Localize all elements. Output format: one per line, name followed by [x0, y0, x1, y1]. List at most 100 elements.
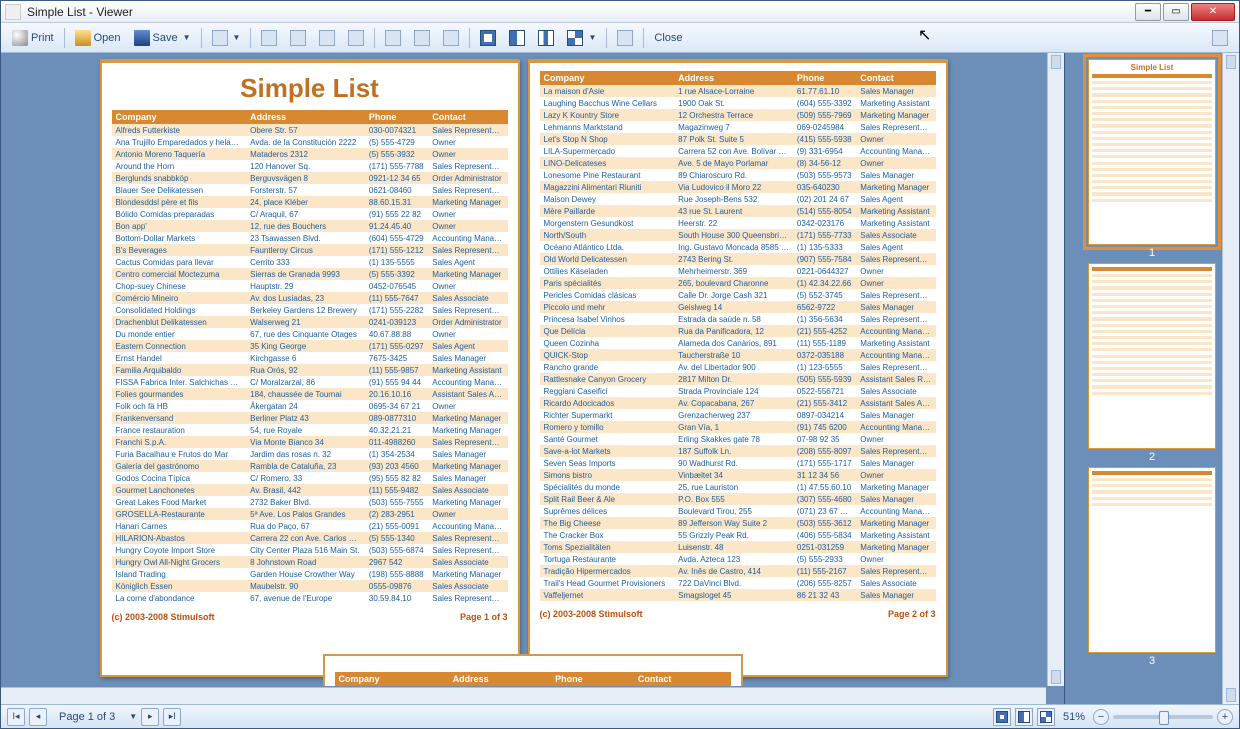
print-button[interactable]: Print — [7, 27, 59, 49]
thumbnails-button[interactable] — [409, 27, 435, 49]
table-cell: Sales Associate — [856, 577, 935, 589]
fullscreen-button[interactable] — [612, 27, 638, 49]
last-page-button[interactable]: ▸I — [163, 708, 181, 726]
table-cell: (604) 555-4729 — [365, 232, 428, 244]
table-cell: (406) 555-5834 — [793, 529, 856, 541]
thumbnail-label: 3 — [1149, 655, 1155, 667]
table-cell: Around the Horn — [112, 160, 247, 172]
horizontal-scrollbar[interactable] — [1, 687, 1046, 704]
zoom-in-button[interactable]: + — [1217, 709, 1233, 725]
close-button[interactable]: ✕ — [1191, 3, 1235, 21]
table-cell: Sales Representative — [428, 184, 507, 196]
tool-btn-2[interactable] — [285, 27, 311, 49]
table-cell: Marketing Manager — [428, 412, 507, 424]
view-twoup-button[interactable] — [533, 27, 559, 49]
prev-page-button[interactable]: ◂ — [29, 708, 47, 726]
table-cell: Lehmanns Marktstand — [540, 121, 675, 133]
table-cell: Maison Dewey — [540, 193, 675, 205]
table-cell: LINO-Delicateses — [540, 157, 675, 169]
find-button[interactable] — [438, 27, 464, 49]
table-cell: Via Monte Bianco 34 — [246, 436, 365, 448]
table-cell: Fauntleroy Circus — [246, 244, 365, 256]
page-new-icon — [261, 30, 277, 46]
first-page-button[interactable]: I◂ — [7, 708, 25, 726]
table-cell: Owner — [428, 208, 507, 220]
chevron-down-icon: ▼ — [183, 33, 191, 42]
thumbnail[interactable]: 2 — [1082, 263, 1222, 463]
table-cell: (503) 555-3612 — [793, 517, 856, 529]
minimize-button[interactable]: ━ — [1135, 3, 1161, 21]
table-cell: Sales Manager — [428, 472, 507, 484]
table-row: La corne d'abondance67, avenue de l'Euro… — [112, 592, 508, 604]
table-cell: Sales Associate — [428, 556, 507, 568]
page-size-icon — [348, 30, 364, 46]
table-cell: LILA-Supermercado — [540, 145, 675, 157]
table-cell: Sales Representative — [856, 121, 935, 133]
search-icon — [443, 30, 459, 46]
table-row: Romero y tomilloGran Vía, 1(91) 745 6200… — [540, 421, 936, 433]
view-single-button[interactable] — [475, 27, 501, 49]
view-mode-1[interactable] — [993, 708, 1011, 726]
table-cell: 90 Wadhurst Rd. — [674, 457, 793, 469]
table-row: Franchi S.p.A.Via Monte Bianco 34011-498… — [112, 436, 508, 448]
chevron-down-icon[interactable]: ▼ — [129, 712, 137, 721]
table-cell: Rua da Panificadora, 12 — [674, 325, 793, 337]
next-page-button[interactable]: ▸ — [141, 708, 159, 726]
table-row: Ana Trujillo Emparedados y heladosAvda. … — [112, 136, 508, 148]
column-header: Phone — [365, 110, 428, 124]
view-multi-icon — [1040, 711, 1052, 723]
table-cell: Owner — [856, 469, 935, 481]
maximize-button[interactable]: ▭ — [1163, 3, 1189, 21]
tool-btn-4[interactable] — [343, 27, 369, 49]
thumbs-scrollbar[interactable] — [1222, 53, 1239, 704]
view-continuous-button[interactable] — [504, 27, 530, 49]
bookmarks-button[interactable] — [380, 27, 406, 49]
sendmail-button[interactable]: ▼ — [207, 27, 246, 49]
table-cell: Av. Copacabana, 267 — [674, 397, 793, 409]
table-cell: 2743 Bering St. — [674, 253, 793, 265]
zoom-slider[interactable] — [1113, 715, 1213, 719]
open-button[interactable]: Open — [70, 27, 126, 49]
view-mode-2[interactable] — [1015, 708, 1033, 726]
table-cell: 0251-031259 — [793, 541, 856, 553]
view-mode-3[interactable] — [1037, 708, 1055, 726]
table-row: Magazzini Alimentari RiunitiVia Ludovico… — [540, 181, 936, 193]
table-row: Let's Stop N Shop87 Polk St. Suite 5(415… — [540, 133, 936, 145]
table-cell: Sales Representative — [856, 445, 935, 457]
table-cell: 40.32.21.21 — [365, 424, 428, 436]
thumbnail[interactable]: Simple List1 — [1082, 59, 1222, 259]
report-page: CompanyAddressPhoneContactLa maison d'As… — [528, 59, 948, 677]
table-cell: Sales Agent — [856, 241, 935, 253]
table-row: Rattlesnake Canyon Grocery2817 Milton Dr… — [540, 373, 936, 385]
table-cell: Cerrito 333 — [246, 256, 365, 268]
thumbnail[interactable]: 3 — [1082, 467, 1222, 667]
tool-btn-1[interactable] — [256, 27, 282, 49]
page-indicator: Page 1 of 3 — [51, 711, 123, 723]
table-cell: Sales Representative — [428, 592, 507, 604]
table-cell: Carrera 52 con Ave. Bolívar #65 — [674, 145, 793, 157]
table-cell: 91.24.45.40 — [365, 220, 428, 232]
window-title: Simple List - Viewer — [27, 5, 1133, 19]
table-row: B's BeveragesFauntleroy Circus(171) 555-… — [112, 244, 508, 256]
table-cell: Owner — [428, 400, 507, 412]
table-cell: P.O. Box 555 — [674, 493, 793, 505]
table-row: Godos Cocina TípicaC/ Romero, 33(95) 555… — [112, 472, 508, 484]
table-cell: Sales Representative — [428, 160, 507, 172]
table-cell: Marketing Assistant — [856, 529, 935, 541]
table-cell: Folk och fä HB — [112, 400, 247, 412]
view-multi-button[interactable]: ▼ — [562, 27, 601, 49]
table-cell: Laughing Bacchus Wine Cellars — [540, 97, 675, 109]
save-button[interactable]: Save▼ — [129, 27, 196, 49]
table-row: Hungry Owl All-Night Grocers8 Johnstown … — [112, 556, 508, 568]
table-row: Folk och fä HBÅkergatan 240695-34 67 21O… — [112, 400, 508, 412]
tool-btn-3[interactable] — [314, 27, 340, 49]
close-viewer-button[interactable]: Close — [649, 29, 687, 47]
table-cell: La corne d'abondance — [112, 592, 247, 604]
table-cell: 030-0074321 — [365, 124, 428, 136]
vertical-scrollbar[interactable] — [1047, 53, 1064, 686]
canvas: Simple ListCompanyAddressPhoneContactAlf… — [1, 53, 1064, 704]
data-table: CompanyAddressPhoneContactAlfreds Futter… — [112, 110, 508, 604]
zoom-out-button[interactable]: − — [1093, 709, 1109, 725]
table-row: Hanari CarnesRua do Paço, 67(21) 555-009… — [112, 520, 508, 532]
options-button[interactable] — [1207, 27, 1233, 49]
